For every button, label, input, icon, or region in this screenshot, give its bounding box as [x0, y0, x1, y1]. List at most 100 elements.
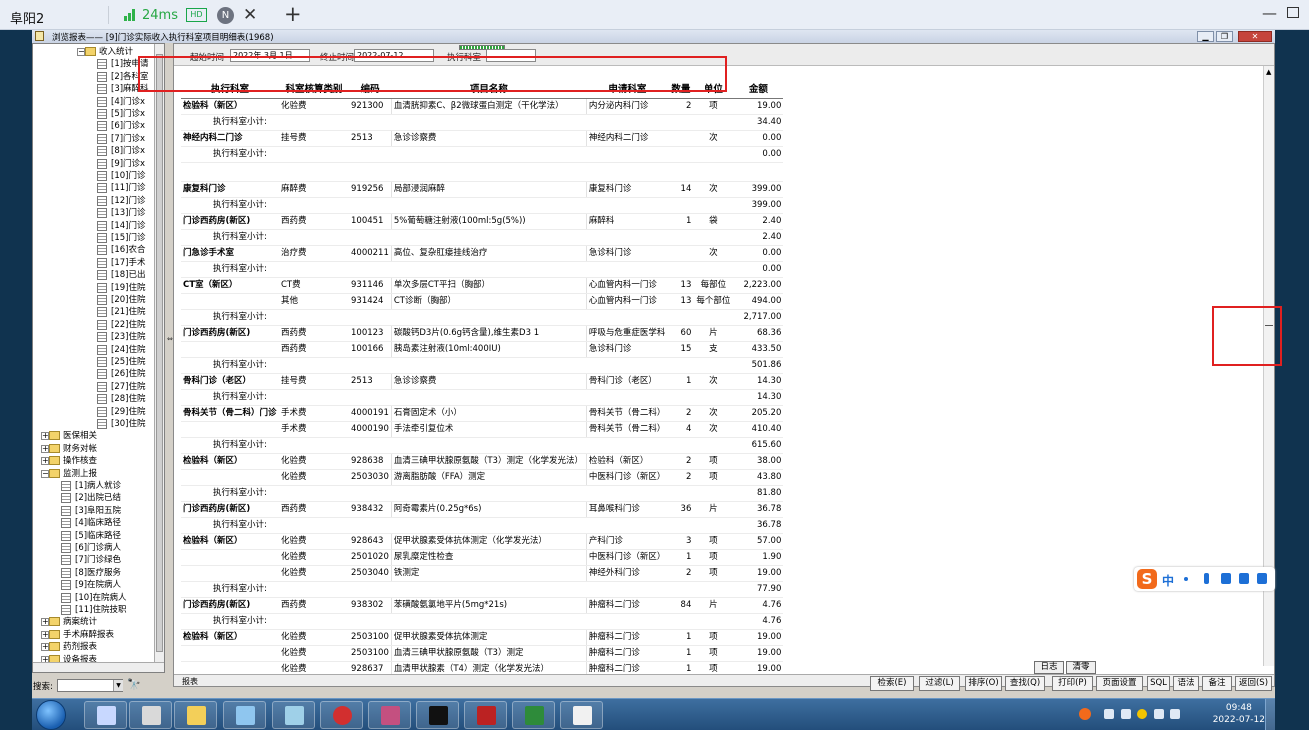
maximize-icon[interactable]	[1287, 7, 1299, 18]
tree-report-item[interactable]: [2]出院已结	[33, 492, 154, 504]
host-tab-label[interactable]: 阜阳2	[10, 8, 44, 27]
tree-folder[interactable]: − 监测上报	[33, 468, 154, 480]
tree-folder[interactable]: + 医保相关	[33, 430, 154, 442]
print-button[interactable]: 打印(P)	[1052, 676, 1093, 691]
tree-report-item[interactable]: [28]住院	[33, 393, 154, 405]
tree-report-item[interactable]: [15]门诊	[33, 232, 154, 244]
tree-report-item[interactable]: [1]按申请	[33, 58, 154, 70]
taskbar-app-4[interactable]	[223, 701, 266, 729]
tree-report-item[interactable]: [12]门诊	[33, 195, 154, 207]
clock[interactable]: 09:48 2022-07-12	[1213, 702, 1265, 726]
n-badge[interactable]: N	[217, 7, 234, 24]
tree-report-item[interactable]: [1]病人就诊	[33, 480, 154, 492]
microphone-icon[interactable]	[1204, 573, 1209, 584]
minimize-icon[interactable]: —	[1262, 4, 1277, 22]
tree-report-item[interactable]: [7]门诊绿色	[33, 554, 154, 566]
tree-report-item[interactable]: [23]住院	[33, 331, 154, 343]
window-minimize-button[interactable]: ▁	[1197, 31, 1214, 42]
tree-report-item[interactable]: [20]住院	[33, 294, 154, 306]
ime-toolbar[interactable]: S 中	[1134, 567, 1275, 591]
tree-report-item[interactable]: [6]门诊x	[33, 120, 154, 132]
tree-folder[interactable]: + 手术麻醉报表	[33, 629, 154, 641]
collapse-icon[interactable]: −	[41, 469, 49, 478]
taskbar-terminal[interactable]	[416, 701, 459, 729]
tree-report-item[interactable]: [5]门诊x	[33, 108, 154, 120]
tree-vertical-scrollbar[interactable]	[154, 44, 164, 664]
tree-report-item[interactable]: [11]门诊	[33, 182, 154, 194]
tree-report-item[interactable]: [8]医疗服务	[33, 567, 154, 579]
scroll-up-icon[interactable]: ▲	[1266, 68, 1271, 76]
close-tab-icon[interactable]: ✕	[243, 5, 257, 25]
taskbar-app-2[interactable]	[129, 701, 172, 729]
column-header[interactable]: 金额	[733, 82, 784, 99]
sogou-tray-icon[interactable]	[1079, 708, 1091, 720]
search-button[interactable]: 检索(E)	[870, 676, 914, 691]
syntax-button[interactable]: 语法	[1173, 676, 1199, 691]
sort-button[interactable]: 排序(O)	[965, 676, 1002, 691]
page-setup-button[interactable]: 页面设置	[1096, 676, 1143, 691]
tree-report-item[interactable]: [4]临床路径	[33, 517, 154, 529]
tree-report-item[interactable]: [9]门诊x	[33, 158, 154, 170]
tree-report-item[interactable]: [22]住院	[33, 319, 154, 331]
tree-report-item[interactable]: [9]在院病人	[33, 579, 154, 591]
clear-button[interactable]: 清零	[1066, 661, 1096, 674]
keyboard-icon[interactable]	[1221, 573, 1231, 584]
tree-report-item[interactable]: [19]住院	[33, 282, 154, 294]
tree-report-item[interactable]: [26]住院	[33, 368, 154, 380]
taskbar-app-7[interactable]	[368, 701, 411, 729]
expand-icon[interactable]: +	[41, 432, 49, 441]
tree-report-item[interactable]: [10]在院病人	[33, 592, 154, 604]
show-desktop-button[interactable]	[1265, 699, 1275, 730]
expand-icon[interactable]: +	[41, 457, 49, 466]
tree-report-item[interactable]: [8]门诊x	[33, 145, 154, 157]
tree-report-item[interactable]: [27]住院	[33, 381, 154, 393]
hd-badge[interactable]: HD	[186, 8, 207, 22]
tree-report-item[interactable]: [25]住院	[33, 356, 154, 368]
log-button[interactable]: 日志	[1034, 661, 1064, 674]
tree-report-item[interactable]: [10]门诊	[33, 170, 154, 182]
ime-tray-icon[interactable]	[1137, 709, 1147, 719]
punctuation-icon[interactable]	[1184, 577, 1188, 581]
notes-button[interactable]: 备注	[1202, 676, 1232, 691]
tree-horizontal-scrollbar[interactable]	[33, 662, 164, 672]
tree-folder[interactable]: + 财务对帐	[33, 443, 154, 455]
ime-mode[interactable]: 中	[1162, 572, 1174, 589]
expand-icon[interactable]: +	[41, 630, 49, 639]
skin-icon[interactable]	[1239, 573, 1249, 584]
tree-report-item[interactable]: [4]门诊x	[33, 96, 154, 108]
start-button[interactable]	[36, 700, 66, 730]
tree-report-item[interactable]: [3]阜阳五院	[33, 505, 154, 517]
network-icon[interactable]	[1154, 709, 1164, 719]
tree-folder[interactable]: + 操作核查	[33, 455, 154, 467]
toolbox-icon[interactable]	[1257, 573, 1267, 584]
tree-report-item[interactable]: [30]住院	[33, 418, 154, 430]
tree-folder[interactable]: − 收入统计	[33, 46, 154, 58]
expand-icon[interactable]: +	[41, 618, 49, 627]
tree-report-item[interactable]: [21]住院	[33, 306, 154, 318]
collapse-icon[interactable]: −	[77, 48, 85, 56]
taskbar-app-6[interactable]	[320, 701, 363, 729]
tree-report-item[interactable]: [13]门诊	[33, 207, 154, 219]
tree-report-item[interactable]: [2]各科室	[33, 71, 154, 83]
tree-report-item[interactable]: [16]农合	[33, 244, 154, 256]
tree-report-item[interactable]: [5]临床路径	[33, 530, 154, 542]
tray-expand-icon[interactable]	[1104, 709, 1114, 719]
add-tab-icon[interactable]: +	[284, 2, 302, 26]
sql-button[interactable]: SQL	[1147, 676, 1170, 691]
filter-button[interactable]: 过滤(L)	[919, 676, 960, 691]
back-button[interactable]: 返回(S)	[1235, 676, 1272, 691]
tree-report-item[interactable]: [7]门诊x	[33, 133, 154, 145]
taskbar-app-9[interactable]	[464, 701, 507, 729]
taskbar-explorer[interactable]	[174, 701, 217, 729]
expand-icon[interactable]: +	[41, 643, 49, 652]
tree-folder[interactable]: + 病案统计	[33, 616, 154, 628]
taskbar-app-1[interactable]	[84, 701, 127, 729]
expand-icon[interactable]: +	[41, 444, 49, 453]
window-restore-button[interactable]: ❐	[1216, 31, 1233, 42]
tree-report-item[interactable]: [3]麻醉科	[33, 83, 154, 95]
tree-report-item[interactable]: [18]已出	[33, 269, 154, 281]
tree-report-item[interactable]: [24]住院	[33, 344, 154, 356]
report-tree[interactable]: − 收入统计 [1]按申请 [2]各科室 [3]麻醉科 [4]门诊x [5]门诊x [6]门诊…	[32, 43, 165, 673]
tree-folder[interactable]: + 药剂报表	[33, 641, 154, 653]
flag-icon[interactable]	[1170, 709, 1180, 719]
